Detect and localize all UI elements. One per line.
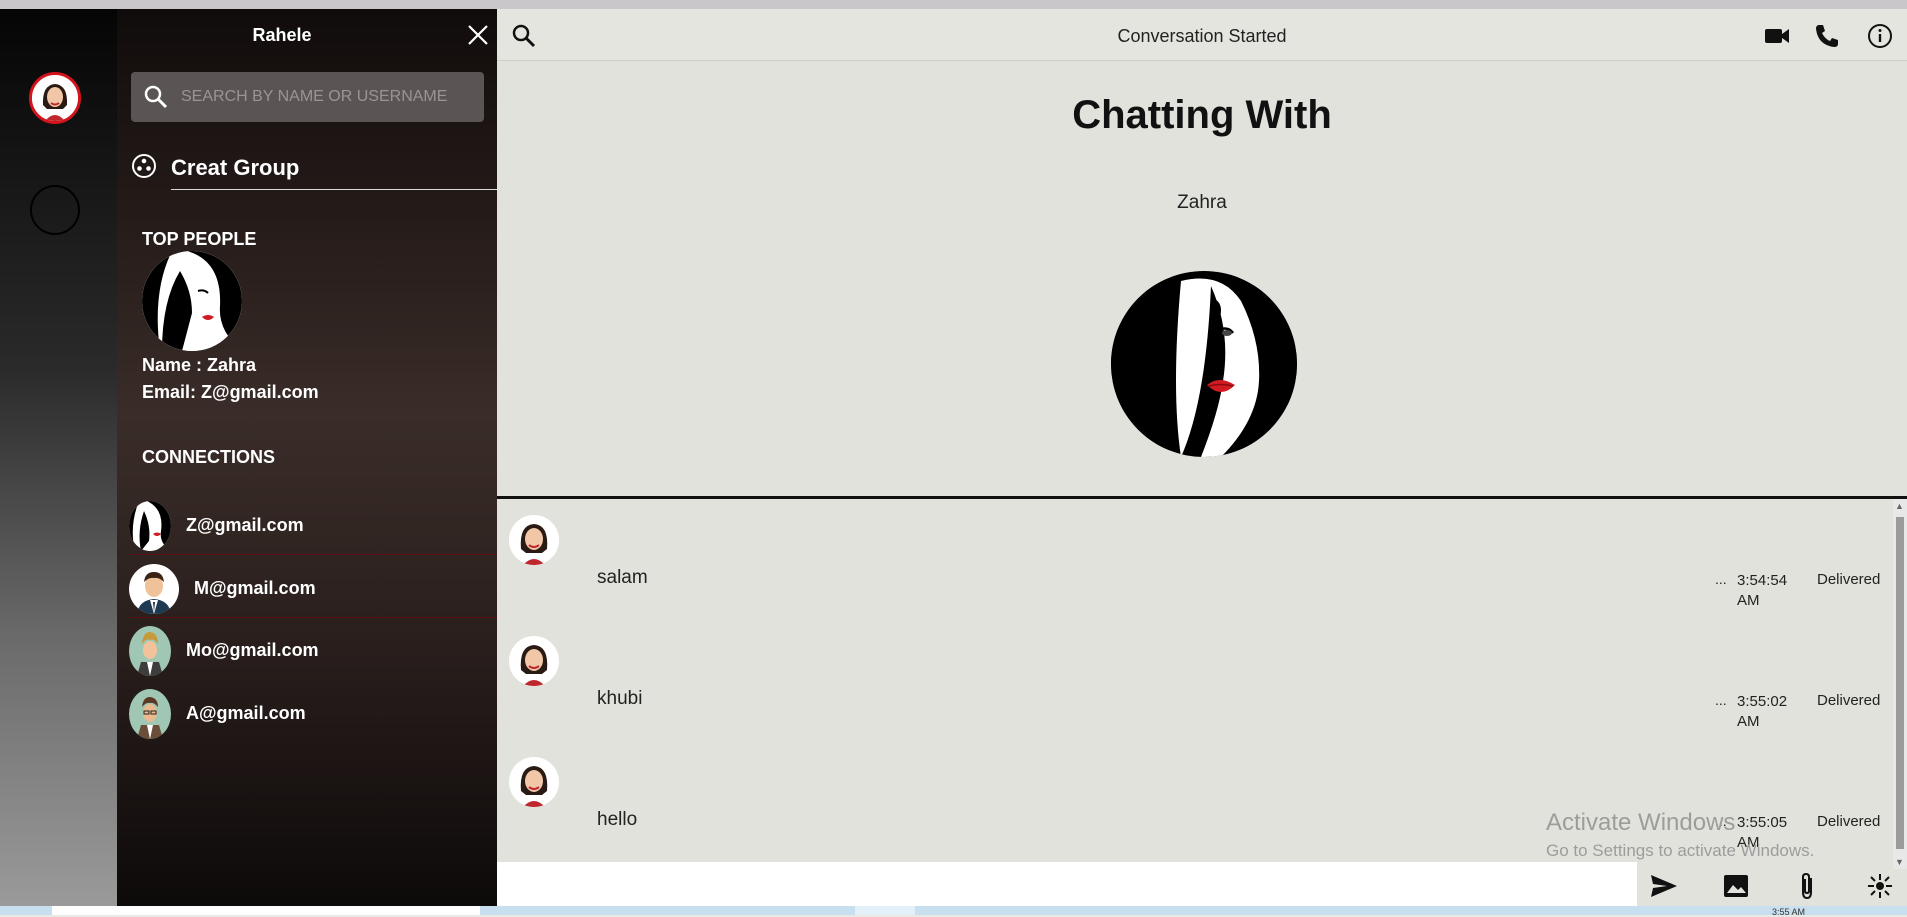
message-text: salam [597,567,648,588]
message-status: Delivered [1817,813,1881,830]
sidebar-title: Rahele [252,25,312,45]
attach-icon[interactable] [1793,871,1823,901]
message-status: Delivered [1817,571,1881,588]
taskbar-search[interactable] [52,906,480,915]
scroll-up-arrow-icon[interactable]: ▲ [1895,501,1904,511]
connection-item[interactable]: Mo@gmail.com [129,626,497,680]
watermark-subtitle: Go to Settings to activate Windows. [1546,841,1815,860]
taskbar-clock: 3:55 AM [1772,907,1806,917]
emoji-icon[interactable] [1865,871,1895,901]
create-group-label: Creat Group [171,155,300,180]
send-icon[interactable] [1649,871,1679,901]
top-person-avatar[interactable] [142,251,242,351]
message-text: hello [597,809,638,830]
taskbar: 3:55 AM [0,906,1907,917]
left-rail [0,9,117,906]
video-icon[interactable] [1763,22,1791,50]
chat-header: Conversation Started [497,9,1907,61]
connection-underline [129,617,497,618]
current-user-avatar[interactable] [29,72,81,124]
connection-item[interactable]: M@gmail.com [129,564,497,618]
message-row: salam ... 3:54:54 AM Delivered [497,499,1893,609]
message-more-button[interactable]: ... [1715,571,1727,587]
partner-name: Zahra [1177,192,1227,213]
connection-underline [129,554,497,555]
secondary-avatar-slot[interactable] [30,185,80,235]
window-top-strip [0,0,1907,9]
connection-avatar [129,689,171,739]
info-icon[interactable] [1866,22,1894,50]
message-time: 3:55:02 AM [1737,693,1788,730]
search-icon [143,84,169,110]
top-person-email: Email: Z@gmail.com [142,382,319,402]
message-more-button[interactable]: ... [1715,692,1727,708]
phone-icon[interactable] [1813,22,1841,50]
connections-heading: CONNECTIONS [142,447,276,467]
partner-avatar[interactable] [1111,271,1297,457]
create-group-button[interactable]: Creat Group [131,151,497,191]
message-status: Delivered [1817,692,1881,709]
taskbar-app[interactable] [855,906,915,915]
message-input[interactable] [592,868,1622,900]
activation-watermark: Activate Windows Go to Settings to activ… [1546,809,1814,861]
connection-item[interactable]: Z@gmail.com [129,501,497,555]
connection-avatar [129,501,171,551]
connection-email: Z@gmail.com [186,515,304,535]
image-icon[interactable] [1721,871,1751,901]
search-input[interactable] [181,80,471,114]
sender-avatar[interactable] [509,636,559,686]
message-text: khubi [597,688,643,709]
conversation-title: Conversation Started [1117,26,1287,46]
message-scrollbar[interactable]: ▲ ▼ [1893,499,1907,869]
group-divider [171,189,497,190]
connection-email: M@gmail.com [194,578,316,598]
chat-panel: Conversation Started Chatting With Zahra [497,9,1907,906]
group-icon [131,153,157,179]
connection-item[interactable]: A@gmail.com [129,689,497,743]
top-people-heading: TOP PEOPLE [142,229,257,249]
connection-email: Mo@gmail.com [186,640,319,660]
watermark-title: Activate Windows [1546,809,1736,836]
search-box [131,72,484,122]
scroll-down-arrow-icon[interactable]: ▼ [1895,857,1904,867]
connection-avatar [129,626,171,676]
message-time: 3:54:54 AM [1737,572,1788,609]
sidebar: Rahele Creat Group TOP PEOPLE Name : Zah… [117,9,497,906]
connection-avatar [129,564,179,614]
connection-email: A@gmail.com [186,703,306,723]
message-composer [497,862,1637,906]
sender-avatar[interactable] [509,757,559,807]
close-icon[interactable] [466,23,490,47]
chatting-with-heading: Chatting With [1072,93,1332,137]
top-person-name: Name : Zahra [142,355,257,375]
message-row: khubi ... 3:55:02 AM Delivered [497,620,1893,730]
sender-avatar[interactable] [509,515,559,565]
scrollbar-thumb[interactable] [1896,517,1904,849]
